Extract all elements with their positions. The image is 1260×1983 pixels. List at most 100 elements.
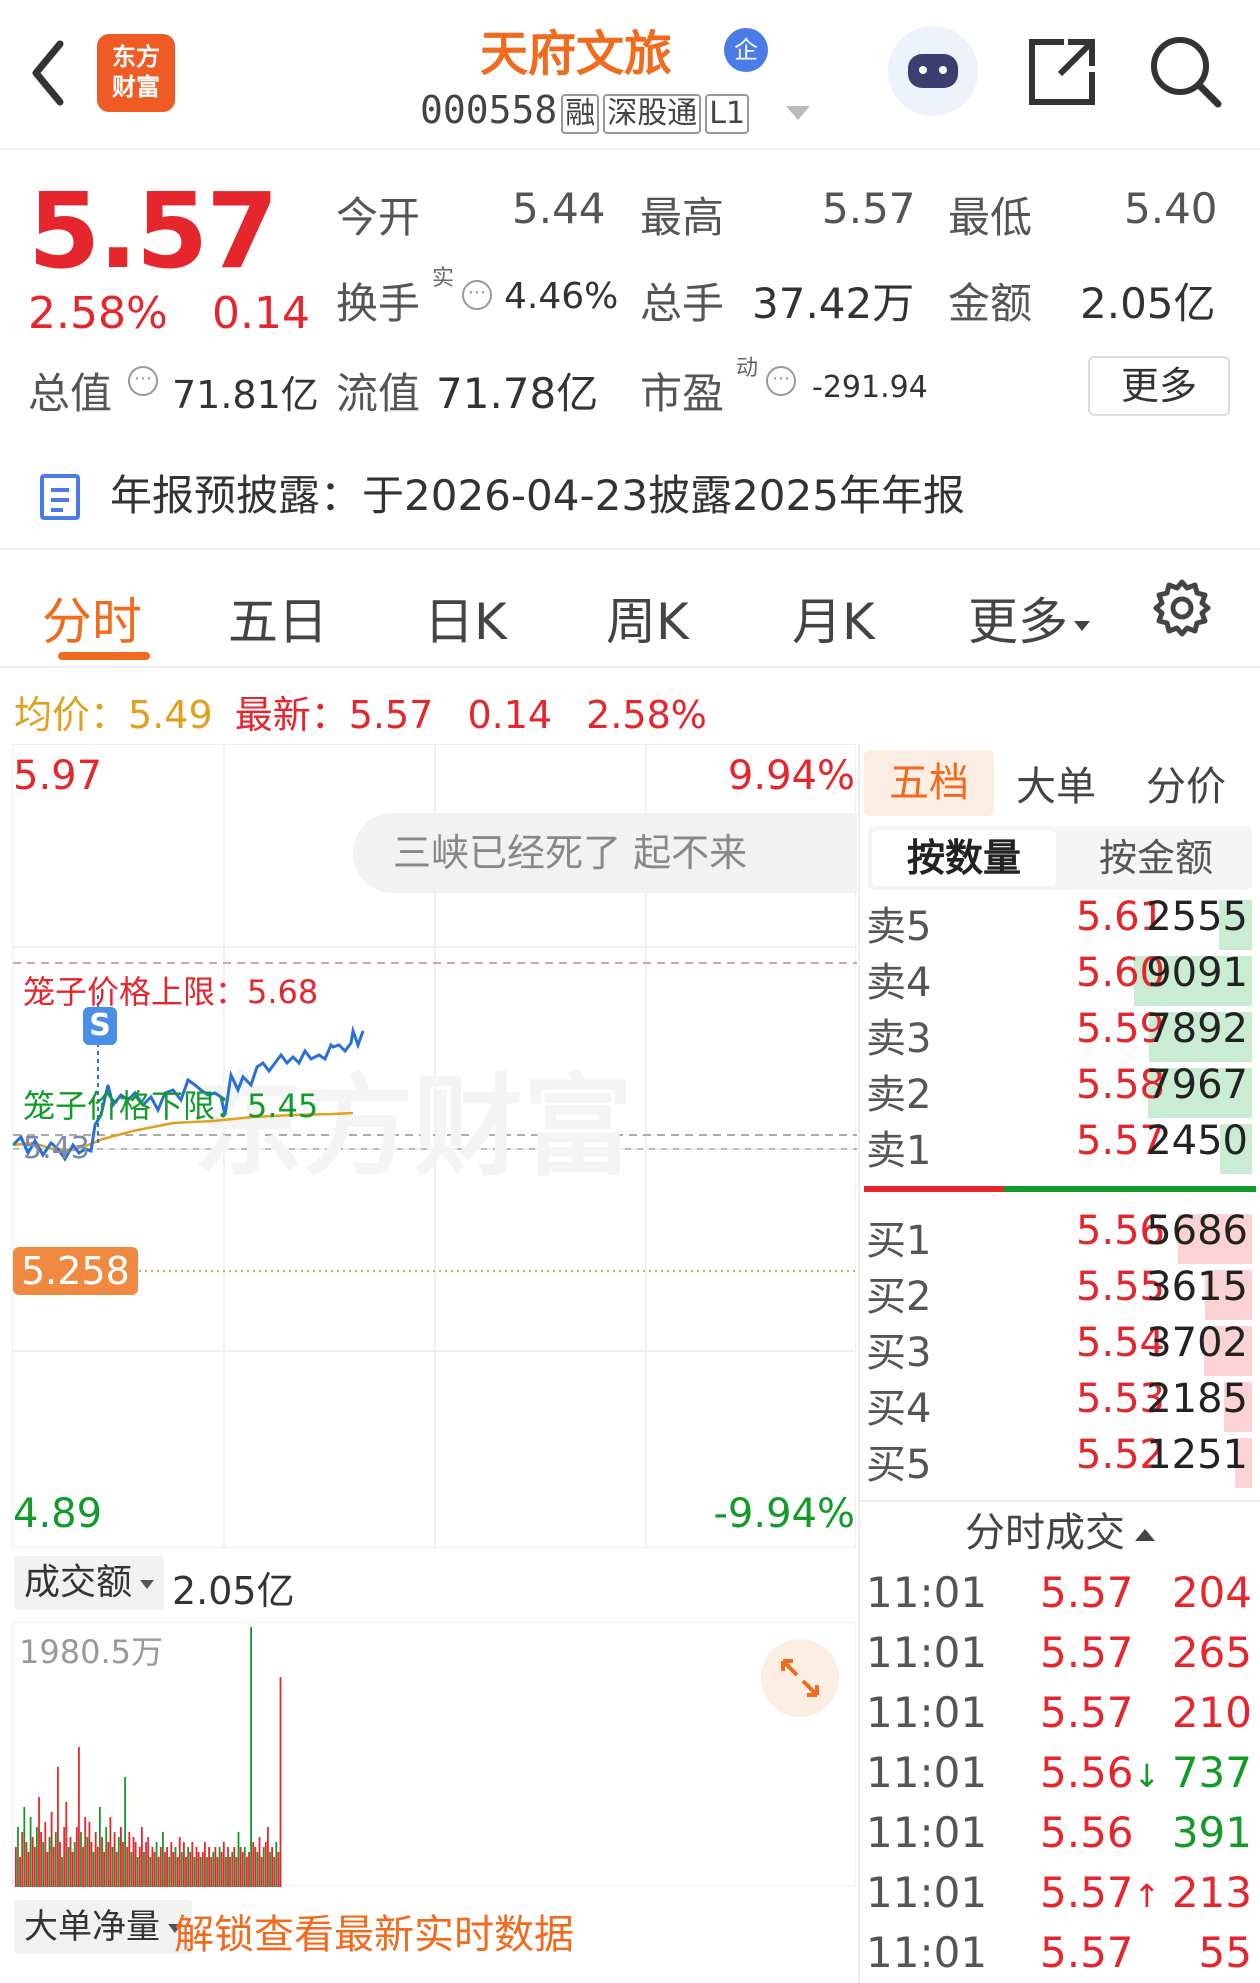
tab-big-orders[interactable]: 大单 [1016,754,1096,812]
ask-row[interactable]: 卖3 5.59 7892 [860,1006,1260,1062]
share-icon[interactable] [1024,34,1100,110]
subtab-by-quantity[interactable]: 按数量 [872,830,1056,886]
bid-row[interactable]: 买4 5.53 2185 [860,1376,1260,1432]
bid-row[interactable]: 买5 5.52 1251 [860,1432,1260,1488]
back-icon[interactable] [28,38,68,108]
price-marker-tag[interactable]: 5.258 [13,1247,138,1295]
comment-bubble[interactable]: 三峡已经死了 起不来 [353,813,857,893]
tab-monthly-k[interactable]: 月K [792,582,875,654]
volume-bar [48,1837,51,1887]
trade-arrow: ↑ [1133,1877,1161,1915]
tab-5day[interactable]: 五日 [228,582,328,654]
intraday-chart[interactable]: 东方财富 5.97 9.94% 三峡已经死了 起不来 笼子价格上限：5.68 S… [12,744,857,1549]
trades-header[interactable]: 分时成交 [860,1500,1260,1560]
turnover-label: 换手 [336,279,421,328]
search-icon[interactable] [1148,34,1224,110]
open-value: 5.44 [512,184,606,233]
pe-label: 市盈 [640,369,725,418]
stock-code-row[interactable]: 000558 融深股通 L1 [420,88,810,134]
tab-five-levels[interactable]: 五档 [864,750,994,816]
dropdown-icon [1074,620,1090,631]
volume-selector[interactable]: 成交额 [14,1556,165,1610]
trade-volume: 55 [1198,1928,1252,1977]
trade-time: 11:01 [866,1568,988,1617]
volume-bar [59,1842,61,1887]
app-logo: 东方财富 [97,34,175,112]
trade-price-value: 5.57 [1040,1928,1134,1977]
annual-report-notice[interactable]: 年报预披露：于2026-04-23披露2025年年报 [110,462,965,523]
volume-bar [201,1852,204,1887]
volume-bar [195,1847,198,1887]
trade-time: 11:01 [866,1748,988,1797]
info-icon[interactable]: ⋯ [766,366,796,396]
volume-bar [248,1852,250,1887]
volume-bar [113,1832,116,1887]
ask-row[interactable]: 卖5 5.61 2555 [860,894,1260,950]
bid-row[interactable]: 买3 5.54 3702 [860,1320,1260,1376]
assistant-avatar-icon[interactable] [888,26,978,116]
volume-bar [260,1857,263,1887]
trade-time: 11:01 [866,1628,988,1677]
bid-label: 买1 [866,1218,932,1264]
bottom-selector[interactable]: 大单净量 [14,1900,192,1954]
info-icon[interactable]: ⋯ [128,366,158,396]
volume-bar [166,1847,168,1887]
volume-bar [220,1852,223,1887]
trade-price-value: 5.57 [1040,1628,1134,1677]
settings-gear-icon[interactable] [1150,576,1214,640]
low-label: 最低 [948,193,1033,242]
volume-bar [170,1842,173,1887]
active-tab-indicator [58,652,150,660]
subtab-by-amount[interactable]: 按金额 [1064,830,1248,886]
s-marker-icon[interactable]: S [83,1007,117,1045]
volume-bar [151,1847,154,1887]
trade-price: 5.57 [1040,1628,1160,1677]
unlock-data-link[interactable]: 解锁查看最新实时数据 [174,1902,574,1960]
bid-volume: 1251 [1146,1432,1248,1478]
tab-more[interactable]: 更多 [968,582,1090,654]
volume-bar [269,1852,271,1887]
bid-row[interactable]: 买1 5.56 5686 [860,1208,1260,1264]
volume-total: 2.05亿 [172,1569,295,1613]
bid-label: 买3 [866,1330,932,1376]
tab-daily-k[interactable]: 日K [424,582,507,654]
volume-bar [235,1857,238,1887]
float-mv-label: 流值 [336,369,421,418]
expand-icon[interactable] [761,1639,839,1717]
volume-bar [241,1852,244,1887]
volume-chart[interactable]: 1980.5万 [12,1622,856,1887]
ask-row[interactable]: 卖4 5.60 9091 [860,950,1260,1006]
total-mv-label: 总值 [28,369,113,418]
ask-row[interactable]: 卖1 5.57 2450 [860,1118,1260,1174]
tab-intraday[interactable]: 分时 [42,582,142,654]
tab-weekly-k[interactable]: 周K [606,582,689,654]
more-button[interactable]: 更多 [1088,356,1230,416]
ask-volume: 2555 [1146,894,1248,940]
trade-price: 5.56↓ [1040,1748,1160,1797]
volume-bar [71,1852,74,1887]
chg-small: 0.14 [467,693,553,737]
volume-bar [69,1837,72,1887]
volume-bar [199,1857,202,1887]
avg-price: 5.49 [128,693,213,737]
volume-bar [233,1847,236,1887]
tab-price-distribution[interactable]: 分价 [1146,754,1226,812]
volume-bar [267,1827,269,1887]
volume-bar [15,1847,17,1887]
bid-row[interactable]: 买2 5.55 3615 [860,1264,1260,1320]
volume-bar [189,1852,192,1887]
volume-bar [138,1847,141,1887]
ask-row[interactable]: 卖2 5.58 7967 [860,1062,1260,1118]
volume-bar [246,1857,248,1887]
amount-value: 2.05亿 [1080,279,1216,328]
stock-code: 000558 [420,88,558,132]
volume-bar [132,1837,135,1887]
volume-bar [80,1832,82,1887]
volume-bar [191,1842,194,1887]
volume-bar [78,1747,80,1887]
ask-label: 卖3 [866,1016,932,1062]
trade-volume: 210 [1171,1688,1252,1737]
volume-bar [33,1847,36,1887]
info-icon[interactable]: ⋯ [462,280,492,310]
stock-name[interactable]: 天府文旅 [480,14,672,84]
